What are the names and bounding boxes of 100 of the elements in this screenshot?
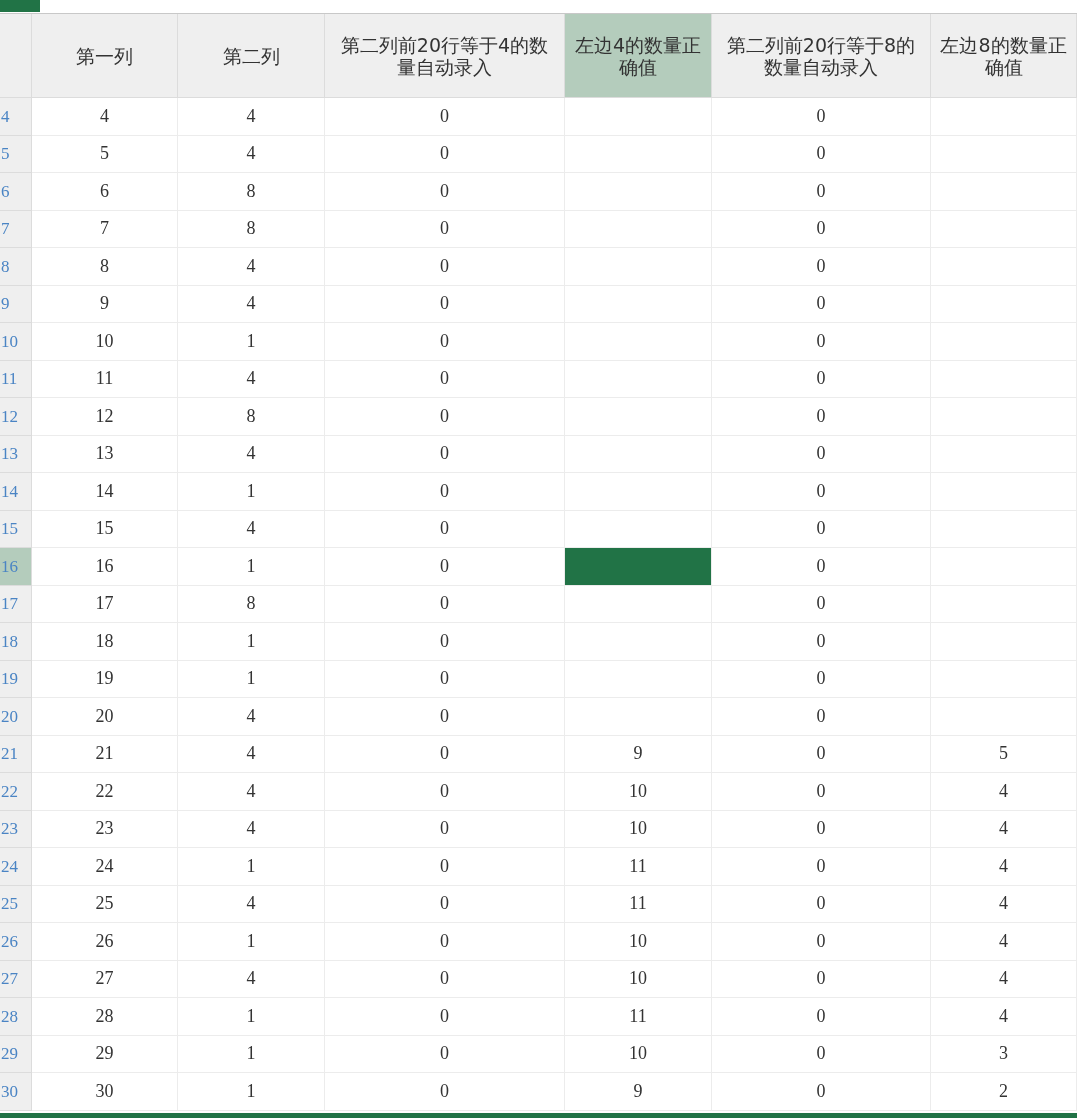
table-cell[interactable]: 0 — [325, 398, 565, 436]
table-cell[interactable]: 10 — [565, 1035, 712, 1073]
table-cell[interactable]: 0 — [712, 923, 931, 961]
table-cell[interactable]: 0 — [325, 360, 565, 398]
table-cell[interactable]: 4 — [931, 960, 1077, 998]
table-cell[interactable]: 0 — [712, 323, 931, 361]
table-cell[interactable]: 0 — [325, 435, 565, 473]
table-cell[interactable]: 22 — [32, 773, 178, 811]
table-cell[interactable]: 0 — [712, 848, 931, 886]
table-cell[interactable]: 4 — [931, 773, 1077, 811]
table-cell[interactable]: 4 — [931, 885, 1077, 923]
table-cell[interactable] — [565, 98, 712, 136]
sheet-tab[interactable] — [0, 0, 40, 12]
table-cell[interactable]: 11 — [565, 848, 712, 886]
row-number[interactable]: 30 — [0, 1073, 32, 1111]
table-cell[interactable]: 4 — [931, 848, 1077, 886]
column-header[interactable]: 第二列 — [178, 14, 325, 98]
table-cell[interactable]: 10 — [565, 773, 712, 811]
table-cell[interactable]: 0 — [712, 660, 931, 698]
table-cell[interactable]: 0 — [712, 473, 931, 511]
table-cell[interactable]: 0 — [325, 773, 565, 811]
table-cell[interactable]: 0 — [712, 885, 931, 923]
table-cell[interactable]: 0 — [325, 1035, 565, 1073]
row-number[interactable]: 6 — [0, 173, 32, 211]
table-cell[interactable]: 26 — [32, 923, 178, 961]
table-cell[interactable]: 1 — [178, 923, 325, 961]
table-cell[interactable]: 4 — [178, 735, 325, 773]
table-cell[interactable]: 0 — [325, 323, 565, 361]
row-number[interactable]: 9 — [0, 285, 32, 323]
table-cell[interactable]: 0 — [712, 1073, 931, 1111]
table-cell[interactable]: 4 — [178, 98, 325, 136]
table-cell[interactable]: 0 — [325, 510, 565, 548]
table-cell[interactable]: 4 — [178, 285, 325, 323]
table-cell[interactable]: 16 — [32, 548, 178, 586]
table-cell[interactable]: 4 — [178, 773, 325, 811]
table-cell[interactable]: 4 — [931, 998, 1077, 1036]
table-cell[interactable]: 13 — [32, 435, 178, 473]
table-cell[interactable]: 28 — [32, 998, 178, 1036]
table-cell[interactable]: 0 — [325, 473, 565, 511]
table-cell[interactable]: 12 — [32, 398, 178, 436]
table-cell[interactable]: 0 — [325, 998, 565, 1036]
table-cell[interactable]: 8 — [178, 173, 325, 211]
table-cell[interactable]: 0 — [712, 398, 931, 436]
table-cell[interactable]: 0 — [712, 248, 931, 286]
table-cell[interactable]: 0 — [325, 660, 565, 698]
table-cell[interactable]: 4 — [931, 923, 1077, 961]
table-cell[interactable] — [931, 98, 1077, 136]
table-cell[interactable]: 0 — [712, 548, 931, 586]
table-cell[interactable]: 0 — [712, 960, 931, 998]
table-cell[interactable]: 4 — [178, 248, 325, 286]
table-cell[interactable]: 1 — [178, 1035, 325, 1073]
table-cell[interactable]: 25 — [32, 885, 178, 923]
active-cell[interactable] — [565, 548, 712, 586]
table-cell[interactable]: 23 — [32, 810, 178, 848]
table-cell[interactable]: 1 — [178, 660, 325, 698]
table-cell[interactable]: 0 — [712, 435, 931, 473]
table-cell[interactable]: 11 — [32, 360, 178, 398]
table-cell[interactable]: 0 — [712, 285, 931, 323]
table-cell[interactable]: 9 — [565, 735, 712, 773]
corner-cell[interactable] — [0, 14, 32, 98]
table-cell[interactable]: 0 — [712, 98, 931, 136]
table-cell[interactable]: 1 — [178, 998, 325, 1036]
table-cell[interactable]: 0 — [712, 360, 931, 398]
column-header[interactable]: 第二列前20行等于8的数量自动录入 — [712, 14, 931, 98]
table-cell[interactable]: 4 — [178, 698, 325, 736]
table-cell[interactable]: 0 — [325, 98, 565, 136]
table-cell[interactable]: 11 — [565, 885, 712, 923]
table-cell[interactable]: 4 — [178, 435, 325, 473]
table-cell[interactable]: 0 — [712, 1035, 931, 1073]
table-cell[interactable]: 29 — [32, 1035, 178, 1073]
table-cell[interactable]: 0 — [325, 1073, 565, 1111]
table-cell[interactable]: 0 — [712, 623, 931, 661]
table-cell[interactable]: 4 — [178, 960, 325, 998]
table-cell[interactable]: 20 — [32, 698, 178, 736]
table-cell[interactable]: 0 — [712, 173, 931, 211]
table-cell[interactable]: 0 — [712, 210, 931, 248]
table-cell[interactable]: 10 — [32, 323, 178, 361]
table-cell[interactable]: 1 — [178, 623, 325, 661]
table-cell[interactable]: 0 — [325, 848, 565, 886]
table-cell[interactable]: 11 — [565, 998, 712, 1036]
table-cell[interactable]: 10 — [565, 810, 712, 848]
table-cell[interactable]: 9 — [32, 285, 178, 323]
table-cell[interactable]: 5 — [931, 735, 1077, 773]
table-cell[interactable]: 9 — [565, 1073, 712, 1111]
table-cell[interactable]: 0 — [325, 548, 565, 586]
table-cell[interactable]: 27 — [32, 960, 178, 998]
table-cell[interactable]: 10 — [565, 960, 712, 998]
table-cell[interactable]: 24 — [32, 848, 178, 886]
table-cell[interactable]: 17 — [32, 585, 178, 623]
table-cell[interactable]: 0 — [325, 585, 565, 623]
table-cell[interactable]: 4 — [178, 510, 325, 548]
table-cell[interactable]: 8 — [32, 248, 178, 286]
table-cell[interactable]: 0 — [325, 960, 565, 998]
table-cell[interactable]: 8 — [178, 585, 325, 623]
table-cell[interactable] — [565, 585, 712, 623]
table-cell[interactable]: 4 — [32, 98, 178, 136]
table-cell[interactable]: 4 — [178, 810, 325, 848]
table-cell[interactable]: 1 — [178, 548, 325, 586]
table-cell[interactable]: 30 — [32, 1073, 178, 1111]
table-cell[interactable]: 4 — [178, 885, 325, 923]
